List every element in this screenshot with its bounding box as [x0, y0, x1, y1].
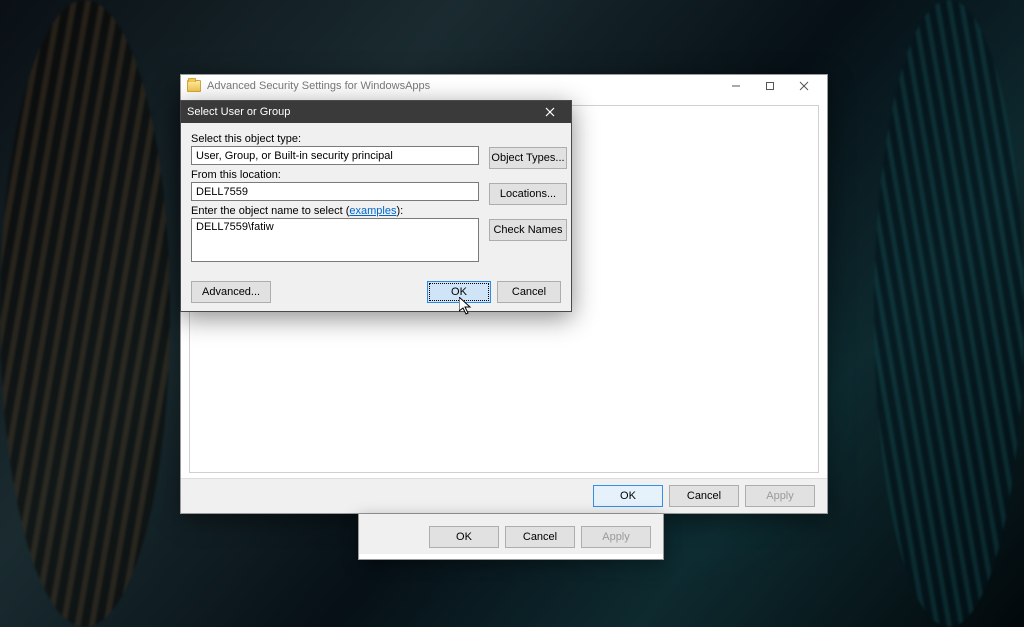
object-name-label: Enter the object name to select (example…: [191, 205, 561, 217]
parent-ok-button[interactable]: OK: [593, 485, 663, 507]
dialog-cancel-button[interactable]: Cancel: [497, 281, 561, 303]
dialog-close-button[interactable]: [535, 101, 565, 123]
grand-ok-button[interactable]: OK: [429, 526, 499, 548]
object-types-button[interactable]: Object Types...: [489, 147, 567, 169]
grand-cancel-button[interactable]: Cancel: [505, 526, 575, 548]
location-field[interactable]: [191, 182, 479, 201]
object-name-input[interactable]: [191, 218, 479, 262]
close-button[interactable]: [787, 75, 821, 97]
object-type-field[interactable]: [191, 146, 479, 165]
check-names-button[interactable]: Check Names: [489, 219, 567, 241]
parent-button-row: OK Cancel Apply: [181, 478, 827, 513]
parent-titlebar[interactable]: Advanced Security Settings for WindowsAp…: [181, 75, 827, 97]
folder-icon: [187, 80, 201, 92]
parent-apply-button: Apply: [745, 485, 815, 507]
grand-apply-button: Apply: [581, 526, 651, 548]
advanced-button[interactable]: Advanced...: [191, 281, 271, 303]
examples-link[interactable]: examples: [349, 205, 396, 217]
dialog-titlebar[interactable]: Select User or Group: [181, 101, 571, 123]
object-type-label: Select this object type:: [191, 133, 561, 145]
dialog-title: Select User or Group: [187, 106, 535, 118]
locations-button[interactable]: Locations...: [489, 183, 567, 205]
parent-cancel-button[interactable]: Cancel: [669, 485, 739, 507]
location-label: From this location:: [191, 169, 561, 181]
underlying-window-buttons: OK Cancel Apply: [358, 514, 664, 560]
select-user-or-group-dialog: Select User or Group Select this object …: [180, 100, 572, 312]
maximize-button[interactable]: [753, 75, 787, 97]
minimize-button[interactable]: [719, 75, 753, 97]
parent-title: Advanced Security Settings for WindowsAp…: [207, 80, 719, 92]
dialog-ok-button[interactable]: OK: [427, 281, 491, 303]
grand-button-row: OK Cancel Apply: [359, 514, 663, 554]
